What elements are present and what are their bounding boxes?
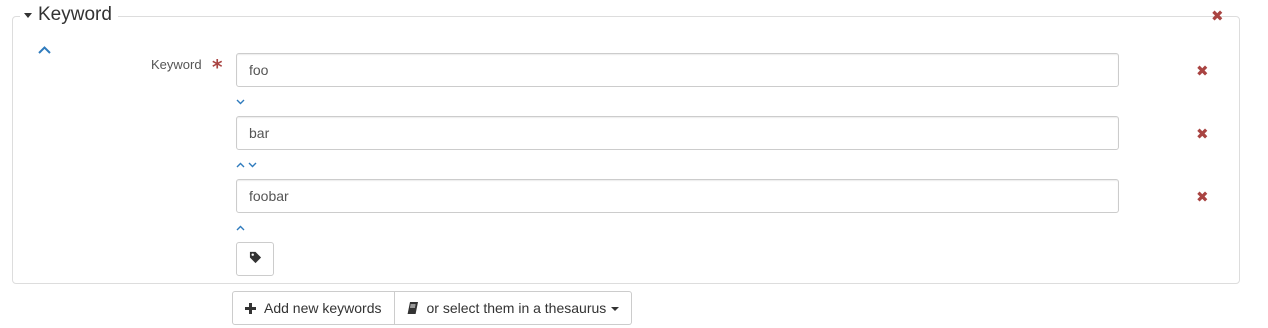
keyword-input-2[interactable]	[236, 116, 1119, 150]
dropdown-caret-icon	[611, 306, 620, 311]
keyword-input-3[interactable]	[236, 179, 1119, 213]
select-thesaurus-label: or select them in a thesaurus	[426, 300, 607, 316]
move-keyword-3-up-icon[interactable]	[236, 219, 245, 235]
remove-section-icon[interactable]: ✖	[1211, 9, 1224, 24]
keyword-field-label: Keyword	[151, 57, 202, 72]
book-icon	[407, 302, 419, 314]
keyword-input-1[interactable]	[236, 53, 1119, 87]
move-keyword-2-up-icon[interactable]	[236, 156, 245, 172]
plus-icon	[245, 302, 256, 314]
section-title: Keyword	[38, 4, 112, 25]
tag-icon	[249, 251, 262, 267]
keyword-actions: Add new keywords or select them in a the…	[232, 291, 633, 325]
section-toggle[interactable]: Keyword	[20, 2, 118, 28]
move-keyword-1-down-icon[interactable]	[236, 93, 245, 109]
tag-button[interactable]	[236, 242, 274, 276]
move-keyword-2-down-icon[interactable]	[248, 156, 257, 172]
remove-keyword-1-icon[interactable]: ✖	[1196, 64, 1209, 79]
remove-keyword-3-icon[interactable]: ✖	[1196, 190, 1209, 205]
remove-keyword-2-icon[interactable]: ✖	[1196, 127, 1209, 142]
move-section-up-icon[interactable]	[38, 40, 51, 56]
caret-down-icon	[24, 13, 32, 18]
select-thesaurus-button[interactable]: or select them in a thesaurus	[394, 291, 633, 325]
add-new-keywords-button[interactable]: Add new keywords	[232, 291, 395, 325]
required-marker: *	[212, 55, 223, 79]
add-new-keywords-label: Add new keywords	[264, 300, 382, 316]
